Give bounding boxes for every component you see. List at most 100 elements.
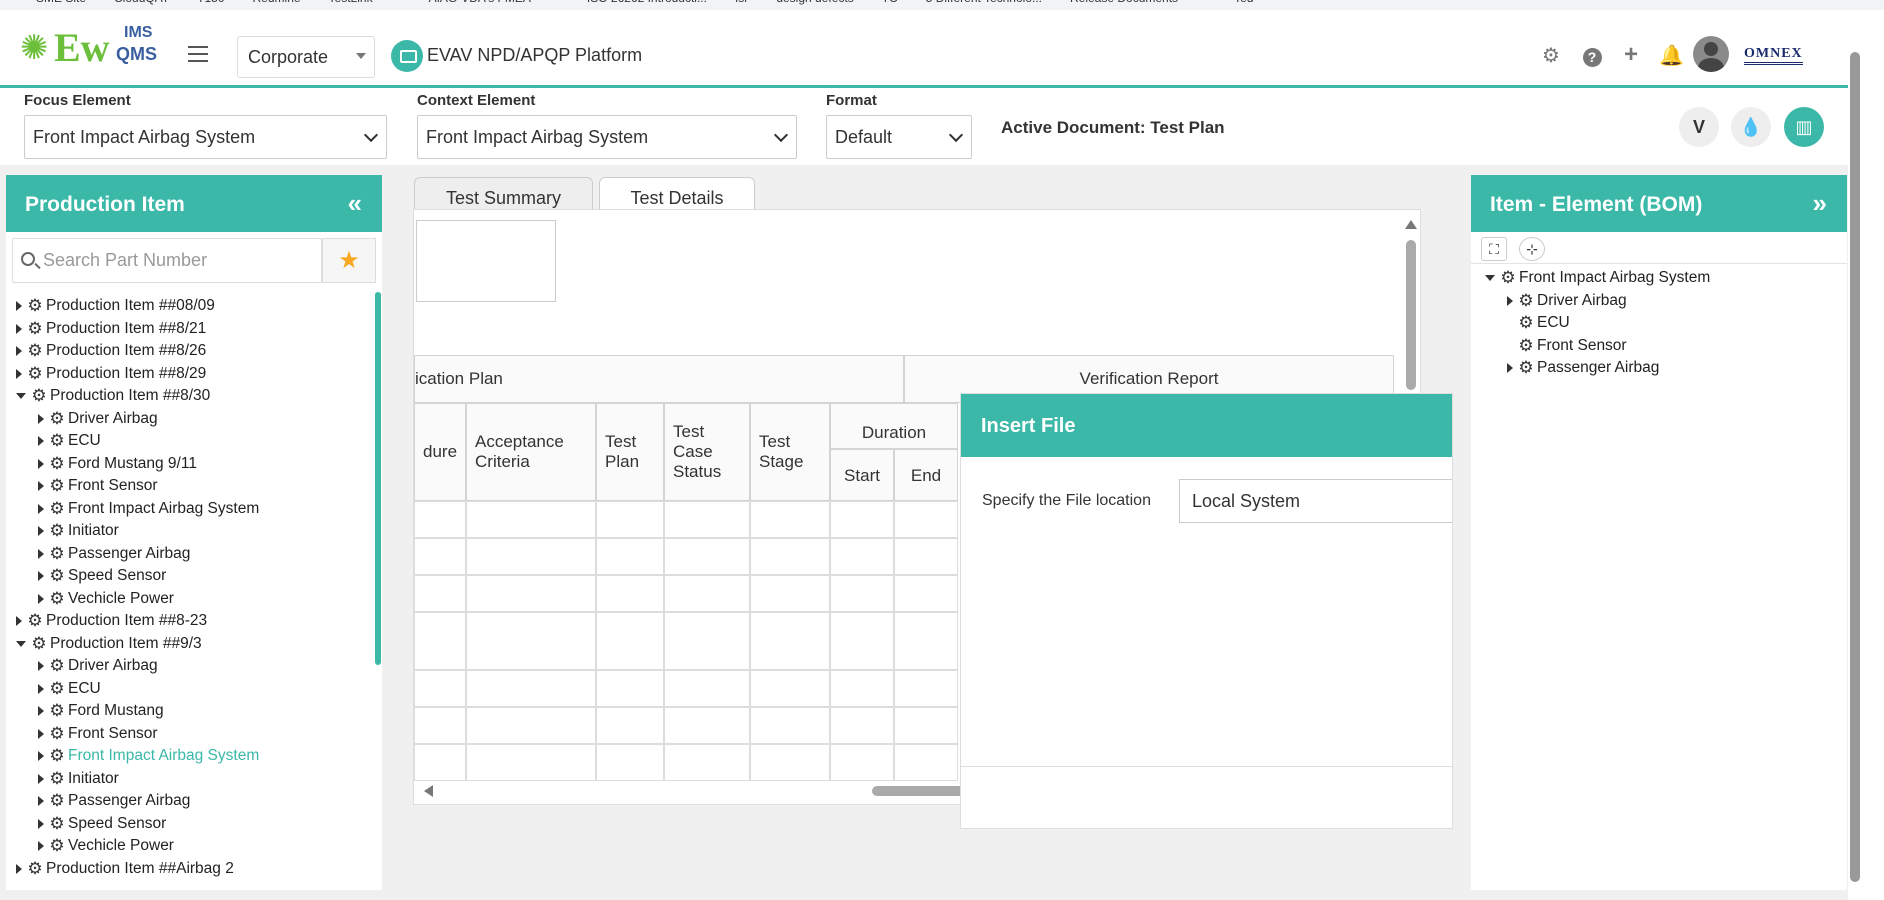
grid-cell[interactable]	[750, 538, 830, 575]
grid-cell[interactable]	[894, 670, 958, 707]
file-location-select[interactable]: Local System	[1179, 479, 1452, 523]
grid-cell[interactable]	[466, 501, 596, 538]
caret-right-icon[interactable]	[38, 683, 44, 694]
caret-right-icon[interactable]	[16, 346, 22, 356]
grid-cell[interactable]	[830, 575, 894, 612]
grid-cell[interactable]	[894, 744, 958, 781]
grid-cell[interactable]	[596, 538, 664, 575]
grid-cell[interactable]	[830, 707, 894, 744]
gear-icon[interactable]: ⚙	[1540, 45, 1562, 67]
grid-cell[interactable]	[830, 501, 894, 538]
bookmark-item[interactable]: Release Documents	[1070, 0, 1178, 8]
caret-right-icon[interactable]	[38, 593, 44, 604]
caret-right-icon[interactable]	[16, 301, 22, 311]
bom-tree-item[interactable]: ⚙ Passenger Airbag	[1485, 357, 1825, 380]
bookmark-item[interactable]: TestLink	[329, 0, 373, 8]
tree-item[interactable]: ⚙ Front Sensor	[12, 723, 372, 746]
caret-down-icon[interactable]	[1485, 275, 1495, 281]
plus-icon[interactable]: +	[1620, 43, 1642, 67]
bookmark-item[interactable]: T150	[197, 0, 224, 8]
caret-right-icon[interactable]	[38, 706, 44, 716]
caret-right-icon[interactable]	[38, 458, 44, 469]
help-icon[interactable]: ?	[1581, 45, 1603, 67]
grid-cell[interactable]	[596, 575, 664, 612]
tree-item[interactable]: ⚙ Front Sensor	[12, 475, 372, 498]
collapse-left-icon[interactable]: «	[348, 188, 362, 219]
grid-cell[interactable]	[750, 501, 830, 538]
grid-cell[interactable]	[664, 744, 750, 781]
grid-cell[interactable]	[894, 575, 958, 612]
tree-item[interactable]: ⚙ Front Impact Airbag System	[12, 498, 372, 521]
tree-item[interactable]: ⚙ ECU	[12, 678, 372, 701]
grid-cell[interactable]	[664, 670, 750, 707]
grid-cell[interactable]	[830, 670, 894, 707]
caret-right-icon[interactable]	[38, 413, 44, 424]
tree-item[interactable]: ⚙ Front Impact Airbag System	[12, 745, 372, 768]
app-logo[interactable]: ✺ Ew IMS QMS	[20, 24, 170, 74]
tree-item[interactable]: ⚙ Production Item ##8/21	[12, 318, 372, 341]
grid-cell[interactable]	[596, 501, 664, 538]
bookmark-item[interactable]: ISO 26262 Introducti...	[587, 0, 707, 8]
caret-right-icon[interactable]	[38, 796, 44, 806]
drop-icon[interactable]: 💧	[1731, 107, 1771, 147]
bookmark-item[interactable]: CloudQAT	[114, 0, 169, 8]
grid-cell[interactable]	[750, 744, 830, 781]
bookmark-item[interactable]: Isr	[735, 0, 748, 8]
caret-right-icon[interactable]	[16, 863, 22, 874]
tree-item[interactable]: ⚙ Ford Mustang	[12, 700, 372, 723]
collapse-all-icon[interactable]: ⊹	[1519, 237, 1545, 261]
caret-right-icon[interactable]	[38, 571, 44, 581]
caret-right-icon[interactable]	[38, 503, 44, 514]
tree-item[interactable]: ⚙ Production Item ##Airbag 2	[12, 858, 372, 881]
grid-cell[interactable]	[830, 744, 894, 781]
grid-cell[interactable]	[466, 670, 596, 707]
grid-cell[interactable]	[596, 744, 664, 781]
grid-cell[interactable]	[894, 707, 958, 744]
page-scrollbar[interactable]	[1850, 52, 1860, 882]
tree-item[interactable]: ⚙ Vechicle Power	[12, 835, 372, 858]
caret-right-icon[interactable]	[38, 661, 44, 671]
grid-cell[interactable]	[596, 612, 664, 670]
caret-right-icon[interactable]	[16, 616, 22, 626]
grid-cell[interactable]	[894, 538, 958, 575]
caret-down-icon[interactable]	[16, 640, 26, 647]
tree-item[interactable]: ⚙ Production Item ##8/26	[12, 340, 372, 363]
grid-vertical-scrollbar[interactable]	[1406, 240, 1416, 390]
hamburger-menu-icon[interactable]	[188, 46, 208, 62]
caret-right-icon[interactable]	[1507, 295, 1513, 306]
bell-icon[interactable]: 🔔	[1659, 45, 1684, 67]
tree-item[interactable]: ⚙ Speed Sensor	[12, 813, 372, 836]
caret-right-icon[interactable]	[38, 481, 44, 491]
grid-cell[interactable]	[664, 538, 750, 575]
tree-item[interactable]: ⚙ Initiator	[12, 520, 372, 543]
tree-item[interactable]: ⚙ Driver Airbag	[12, 655, 372, 678]
grid-cell[interactable]	[414, 612, 466, 670]
grid-cell[interactable]	[466, 575, 596, 612]
grid-cell[interactable]	[750, 707, 830, 744]
vimeo-icon[interactable]: V	[1679, 107, 1719, 147]
grid-cell[interactable]	[414, 575, 466, 612]
caret-right-icon[interactable]	[16, 368, 22, 379]
bom-tree-item[interactable]: ⚙ Driver Airbag	[1485, 290, 1825, 313]
tree-item[interactable]: ⚙ Vechicle Power	[12, 588, 372, 611]
tree-item[interactable]: ⚙ Production Item ##8/30	[12, 385, 372, 408]
grid-cell[interactable]	[596, 670, 664, 707]
grid-cell[interactable]	[414, 707, 466, 744]
grid-cell[interactable]	[466, 538, 596, 575]
company-select[interactable]: Corporate	[237, 36, 375, 78]
expand-all-icon[interactable]: ⛶	[1481, 237, 1507, 261]
format-select[interactable]: Default	[826, 115, 972, 159]
left-panel-scrollbar[interactable]	[375, 292, 381, 665]
scroll-left-icon[interactable]	[424, 785, 433, 797]
grid-cell[interactable]	[664, 575, 750, 612]
focus-element-select[interactable]: Front Impact Airbag System	[24, 115, 387, 159]
bookmark-item[interactable]: Redmine	[253, 0, 301, 8]
bom-tree-item[interactable]: ⚙ Front Sensor	[1485, 335, 1825, 358]
grid-cell[interactable]	[664, 501, 750, 538]
grid-cell[interactable]	[414, 501, 466, 538]
caret-down-icon[interactable]	[16, 393, 26, 399]
grid-cell[interactable]	[894, 501, 958, 538]
grid-cell[interactable]	[466, 744, 596, 781]
caret-right-icon[interactable]	[1507, 363, 1513, 373]
expand-right-icon[interactable]: »	[1813, 188, 1827, 219]
